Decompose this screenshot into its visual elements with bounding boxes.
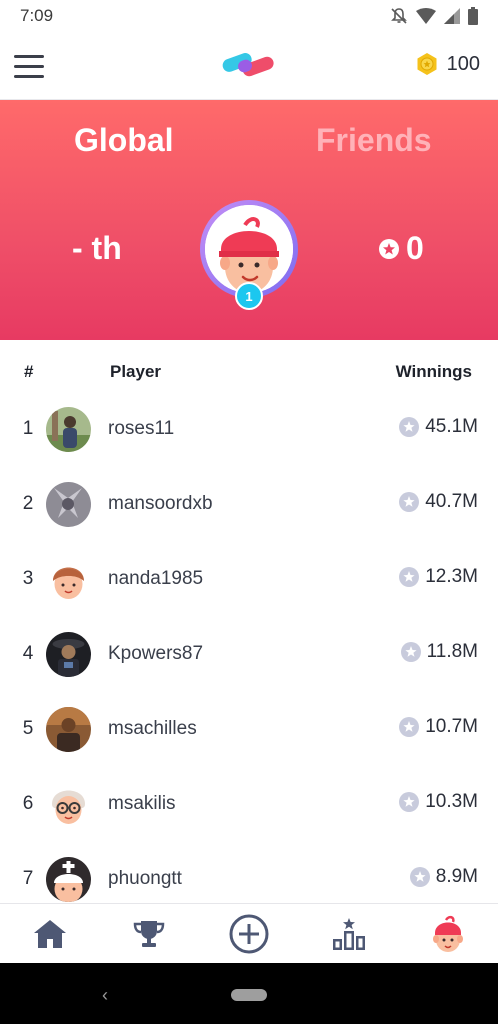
user-cartoon-avatar-icon bbox=[205, 205, 293, 293]
table-row[interactable]: 3 nanda1985 12.3M bbox=[0, 554, 498, 629]
cartoon-avatar bbox=[46, 857, 91, 902]
row-winnings: 40.7M bbox=[399, 491, 478, 513]
nav-home[interactable] bbox=[0, 904, 100, 963]
system-navigation-bar: ‹ bbox=[0, 963, 498, 1024]
row-winnings: 8.9M bbox=[409, 866, 478, 888]
leaderboard-hero: Global Friends - th 1 0 bbox=[0, 100, 498, 340]
photo-avatar bbox=[46, 707, 91, 752]
table-row[interactable]: 5 msachilles 10.7M bbox=[0, 704, 498, 779]
cartoon-avatar bbox=[46, 557, 91, 602]
winnings-value: 10.7M bbox=[425, 716, 478, 737]
row-winnings: 45.1M bbox=[399, 416, 478, 438]
player-name: phuongtt bbox=[108, 868, 182, 889]
row-rank: 7 bbox=[22, 868, 34, 889]
user-score: 0 bbox=[378, 230, 424, 267]
player-name: roses11 bbox=[108, 418, 175, 439]
nav-profile[interactable] bbox=[398, 904, 498, 963]
coin-count: 100 bbox=[446, 52, 480, 75]
player-name: Kpowers87 bbox=[108, 643, 204, 664]
table-row[interactable]: 2 mansoordxb 40.7M bbox=[0, 479, 498, 554]
winnings-value: 8.9M bbox=[435, 866, 478, 887]
row-rank: 1 bbox=[22, 418, 34, 439]
app-logo bbox=[222, 53, 274, 77]
player-name: msakilis bbox=[108, 793, 176, 814]
row-winnings: 10.7M bbox=[399, 716, 478, 738]
nav-trophy[interactable] bbox=[100, 904, 200, 963]
row-rank: 6 bbox=[22, 793, 34, 814]
user-score-value: 0 bbox=[406, 230, 424, 266]
star-icon bbox=[399, 567, 420, 587]
profile-avatar-icon bbox=[433, 915, 464, 952]
player-column-header: Player bbox=[110, 362, 162, 381]
bell-off-icon bbox=[391, 8, 407, 24]
star-icon bbox=[400, 642, 421, 662]
photo-avatar bbox=[46, 632, 91, 677]
system-home-pill[interactable] bbox=[231, 989, 267, 1001]
row-winnings: 12.3M bbox=[399, 566, 478, 588]
winnings-column-header: Winnings bbox=[395, 362, 472, 381]
winnings-value: 11.8M bbox=[426, 641, 478, 662]
nav-add[interactable] bbox=[199, 904, 299, 963]
table-row[interactable]: 6 msakilis 10.3M bbox=[0, 779, 498, 854]
nav-leaderboard[interactable] bbox=[299, 904, 399, 963]
battery-icon bbox=[468, 7, 478, 25]
winnings-value: 45.1M bbox=[425, 416, 478, 437]
system-back-icon[interactable]: ‹ bbox=[102, 985, 108, 1006]
status-bar: 7:09 bbox=[0, 0, 498, 32]
winnings-value: 12.3M bbox=[425, 566, 478, 587]
cartoon-avatar bbox=[46, 782, 91, 827]
coin-icon bbox=[417, 53, 437, 75]
signal-icon bbox=[444, 8, 460, 24]
row-rank: 4 bbox=[22, 643, 34, 664]
home-icon bbox=[33, 919, 66, 948]
add-circle-icon bbox=[229, 914, 269, 953]
coin-balance[interactable]: 100 bbox=[415, 52, 480, 76]
player-name: nanda1985 bbox=[108, 568, 204, 589]
row-winnings: 10.3M bbox=[399, 791, 478, 813]
winnings-value: 40.7M bbox=[425, 491, 478, 512]
app-bar: 100 bbox=[0, 32, 498, 100]
status-time: 7:09 bbox=[20, 6, 54, 25]
star-icon bbox=[399, 717, 420, 737]
user-rank: - th bbox=[72, 230, 122, 266]
table-row[interactable]: 1 roses11 45.1M bbox=[0, 404, 498, 479]
status-icons bbox=[390, 7, 478, 25]
tab-global[interactable]: Global bbox=[74, 122, 174, 159]
row-rank: 2 bbox=[22, 493, 34, 514]
player-name: msachilles bbox=[108, 718, 197, 739]
bottom-navigation bbox=[0, 903, 498, 963]
hamburger-menu-icon bbox=[14, 54, 44, 58]
leaderboard-icon bbox=[332, 917, 365, 950]
row-rank: 3 bbox=[22, 568, 34, 589]
table-header: # Player Winnings bbox=[0, 340, 498, 404]
tab-friends[interactable]: Friends bbox=[316, 122, 432, 159]
star-icon bbox=[399, 792, 420, 812]
star-icon bbox=[399, 417, 420, 437]
wifi-icon bbox=[416, 8, 436, 24]
row-rank: 5 bbox=[22, 718, 34, 739]
table-row[interactable]: 4 Kpowers87 11.8M bbox=[0, 629, 498, 704]
star-icon bbox=[399, 492, 420, 512]
player-name: mansoordxb bbox=[108, 493, 213, 514]
star-icon bbox=[379, 238, 399, 259]
photo-avatar bbox=[46, 482, 91, 527]
level-badge: 1 bbox=[235, 282, 263, 310]
photo-avatar bbox=[46, 407, 91, 452]
leaderboard-list[interactable]: 1 roses11 45.1M 2 mansoordxb 40.7M 3 nan… bbox=[0, 404, 498, 903]
menu-button[interactable] bbox=[14, 50, 46, 82]
row-winnings: 11.8M bbox=[400, 641, 478, 663]
winnings-value: 10.3M bbox=[425, 791, 478, 812]
table-row[interactable]: 7 phuongtt 8.9M bbox=[0, 854, 498, 903]
rank-column-header: # bbox=[24, 362, 34, 381]
trophy-icon bbox=[134, 920, 165, 947]
star-icon bbox=[409, 867, 430, 887]
